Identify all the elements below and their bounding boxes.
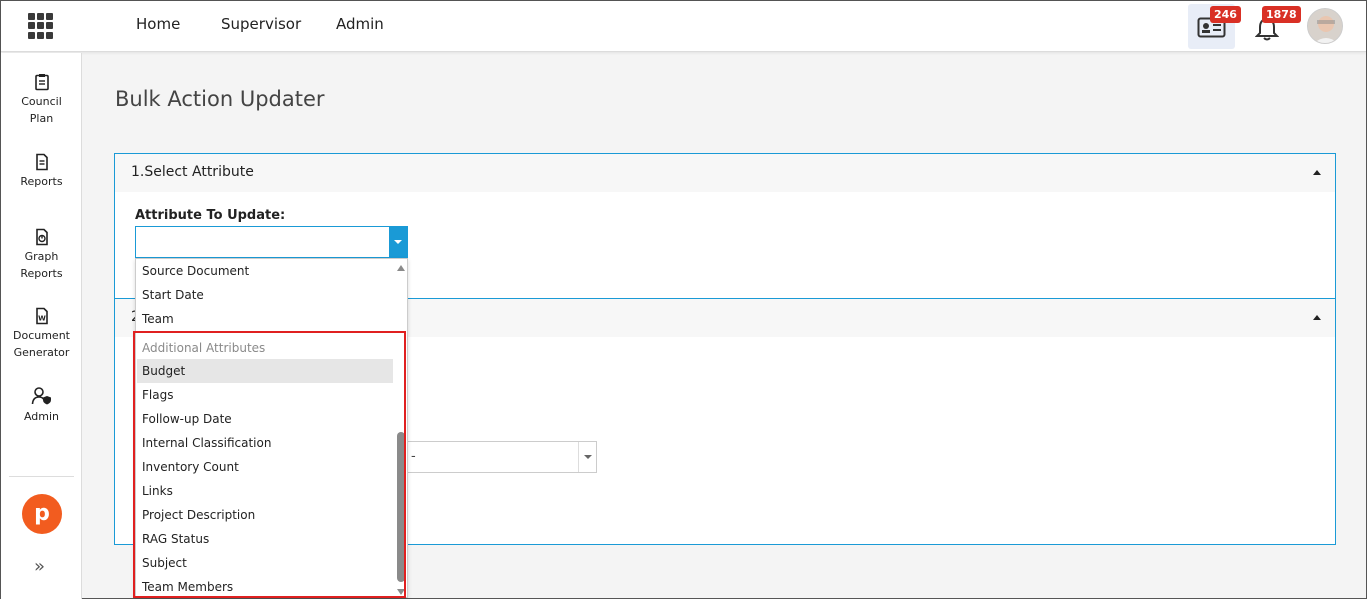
user-avatar[interactable] <box>1307 8 1343 44</box>
sidebar-item-admin[interactable]: Admin <box>1 386 82 425</box>
app-launcher-grid-icon[interactable] <box>28 13 54 39</box>
list-item[interactable]: RAG Status <box>137 527 393 551</box>
document-icon <box>35 153 48 171</box>
dropdown-scrollbar[interactable] <box>396 261 406 597</box>
contact-card-button[interactable]: 246 <box>1188 4 1241 49</box>
sidebar-label-council-plan: Council Plan <box>21 95 62 125</box>
sidebar-label-admin: Admin <box>23 410 60 423</box>
chevron-down-icon[interactable] <box>578 442 596 472</box>
select-attribute-panel-header[interactable]: 1.Select Attribute <box>115 154 1335 192</box>
notifications-button[interactable]: 1878 <box>1251 4 1301 49</box>
collapse-caret-icon[interactable] <box>1313 315 1321 320</box>
list-item[interactable]: Subject <box>137 551 393 575</box>
collapse-caret-icon[interactable] <box>1313 170 1321 175</box>
list-item[interactable]: Team <box>137 307 393 331</box>
user-shield-icon <box>31 387 51 405</box>
list-item[interactable]: Inventory Count <box>137 455 393 479</box>
scroll-up-arrow-icon[interactable] <box>397 265 405 271</box>
list-item[interactable]: Follow-up Date <box>137 407 393 431</box>
top-navigation-bar: Home Supervisor Admin 246 1878 <box>1 1 1366 52</box>
nav-link-admin[interactable]: Admin <box>336 15 384 33</box>
group-header: Additional Attributes <box>142 341 266 355</box>
list-item[interactable]: Flags <box>137 383 393 407</box>
chart-document-icon <box>35 228 48 246</box>
list-item[interactable]: Start Date <box>137 283 393 307</box>
avatar-photo-icon <box>1308 9 1342 43</box>
nav-link-home[interactable]: Home <box>136 15 180 33</box>
value-select-text: - <box>411 449 416 464</box>
sidebar-label-graph-reports: Graph Reports <box>20 250 63 280</box>
nav-link-supervisor[interactable]: Supervisor <box>221 15 301 33</box>
notifications-count-badge: 1878 <box>1262 6 1301 23</box>
list-item-selected[interactable]: Budget <box>137 359 393 383</box>
svg-text:W: W <box>38 315 46 323</box>
list-item[interactable]: Links <box>137 479 393 503</box>
expand-sidebar-icon[interactable]: » <box>34 556 45 577</box>
sidebar-divider <box>9 476 74 477</box>
scroll-down-arrow-icon[interactable] <box>397 589 405 595</box>
list-item[interactable]: Internal Classification <box>137 431 393 455</box>
contacts-count-badge: 246 <box>1210 6 1241 23</box>
sidebar-item-document-generator[interactable]: W Document Generator <box>1 307 82 361</box>
word-document-icon: W <box>35 307 48 325</box>
panel-title: 1.Select Attribute <box>131 164 254 180</box>
sidebar-label-reports: Reports <box>20 175 63 188</box>
list-item[interactable]: Team Members <box>137 575 393 597</box>
attribute-field-label: Attribute To Update: <box>135 208 286 223</box>
brand-logo: p <box>22 494 62 534</box>
list-item[interactable]: Source Document <box>137 259 393 283</box>
chevron-down-icon[interactable] <box>389 227 407 257</box>
attribute-dropdown-list[interactable]: Source Document Start Date Team Addition… <box>135 258 408 598</box>
sidebar-item-council-plan[interactable]: Council Plan <box>1 73 82 127</box>
list-item[interactable]: Project Description <box>137 503 393 527</box>
sidebar-item-reports[interactable]: Reports <box>1 153 82 190</box>
sidebar: Council Plan Reports Graph Reports W Doc… <box>1 53 82 599</box>
value-select[interactable]: - <box>396 441 597 473</box>
sidebar-item-graph-reports[interactable]: Graph Reports <box>1 228 82 282</box>
attribute-select[interactable] <box>135 226 408 258</box>
scrollbar-thumb[interactable] <box>397 432 405 582</box>
sidebar-label-document-generator: Document Generator <box>13 329 70 359</box>
page-title: Bulk Action Updater <box>115 87 325 111</box>
clipboard-icon <box>34 74 49 91</box>
